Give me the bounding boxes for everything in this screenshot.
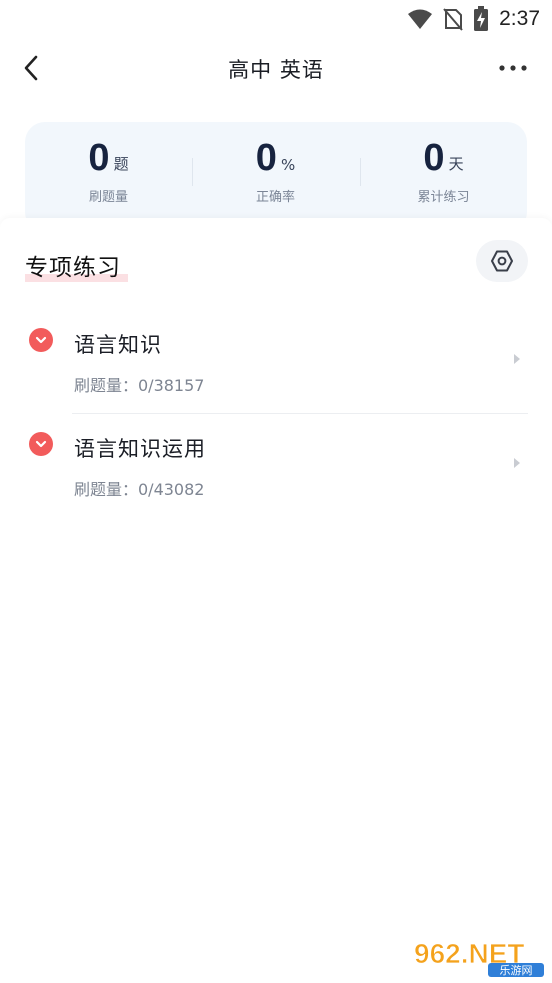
item-name: 语言知识 xyxy=(74,333,162,357)
settings-button[interactable] xyxy=(476,240,528,282)
stat-label: 正确率 xyxy=(255,190,295,205)
item-divider xyxy=(72,413,528,414)
stat-unit: 天 xyxy=(448,155,464,173)
page-title: 高中 英语 xyxy=(228,58,324,82)
hexagon-settings-icon xyxy=(491,250,513,272)
chevron-down-icon xyxy=(35,440,47,448)
stat-label: 刷题量 xyxy=(88,190,128,205)
expand-toggle[interactable] xyxy=(29,328,53,352)
more-button[interactable] xyxy=(498,58,528,78)
stat-unit: % xyxy=(280,156,296,174)
status-bar: 2:37 xyxy=(0,0,552,38)
watermark-logo: 962.NET 乐游网 xyxy=(410,933,546,977)
header: 高中 英语 xyxy=(0,38,552,98)
practice-item-language-use[interactable]: 语言知识运用 刷题量：0/43082 xyxy=(0,432,552,532)
status-icons: 2:37 xyxy=(407,6,540,32)
stat-value: 0 xyxy=(255,137,277,179)
item-name: 语言知识运用 xyxy=(74,437,206,461)
caret-right-icon xyxy=(514,354,520,364)
stat-days: 0 天 累计练习 xyxy=(360,136,527,205)
stat-accuracy: 0 % 正确率 xyxy=(192,136,359,205)
section-title: 专项练习 xyxy=(25,255,121,281)
caret-right-icon xyxy=(514,458,520,468)
stat-unit: 题 xyxy=(113,155,129,173)
content-panel: 专项练习 语言知识 刷题量：0/38157 语言知识运用 刷题量：0/43082 xyxy=(0,218,552,983)
stat-value: 0 xyxy=(423,137,445,179)
watermark-sub: 乐游网 xyxy=(500,964,533,977)
expand-toggle[interactable] xyxy=(29,432,53,456)
chevron-down-icon xyxy=(35,336,47,344)
item-count: 刷题量：0/38157 xyxy=(74,376,205,395)
status-time: 2:37 xyxy=(499,7,540,30)
stat-value: 0 xyxy=(88,137,110,179)
stat-label: 累计练习 xyxy=(417,190,470,205)
stat-questions: 0 题 刷题量 xyxy=(25,136,192,205)
stats-card: 0 题 刷题量 0 % 正确率 0 天 累计练习 xyxy=(25,122,527,232)
battery-charging-icon xyxy=(474,6,489,31)
more-horizontal-icon xyxy=(499,65,527,71)
no-sim-icon xyxy=(443,8,463,31)
item-count: 刷题量：0/43082 xyxy=(74,480,205,499)
wifi-icon xyxy=(408,9,433,29)
